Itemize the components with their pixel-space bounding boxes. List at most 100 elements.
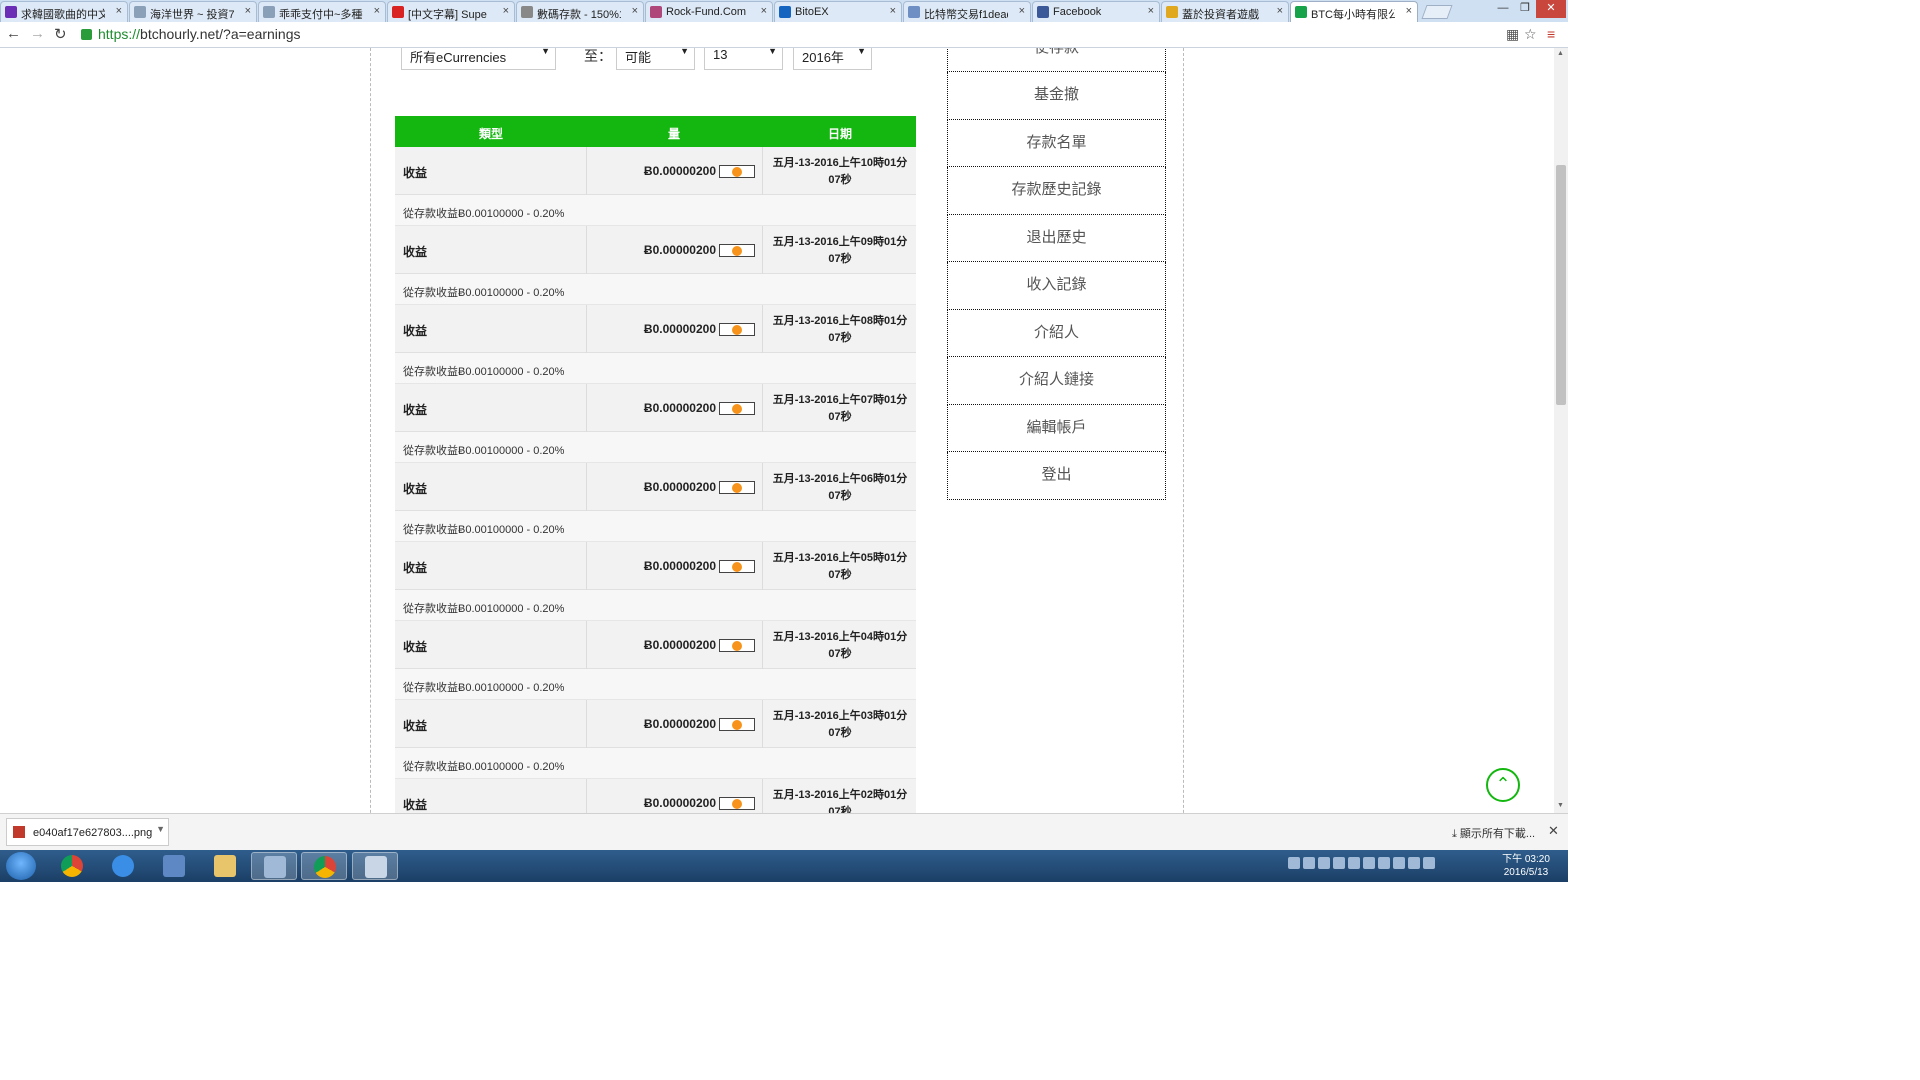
browser-tab[interactable]: 數碼存款 - 150%1 × [516,1,644,22]
close-download-bar-icon[interactable]: ✕ [1548,823,1559,839]
side-menu-item[interactable]: 編輯帳戶 [947,404,1166,452]
folder-taskbar-icon[interactable] [202,852,248,880]
scroll-down-icon[interactable]: ▼ [1557,802,1564,809]
tab-close-icon[interactable]: × [1019,5,1025,17]
tab-close-icon[interactable]: × [1148,5,1154,17]
year-select[interactable]: 2016年 ▼ [793,48,872,70]
side-menu-item[interactable]: 退出歷史 [947,214,1166,262]
tab-label: 求韓國歌曲的中文翻譯 [21,9,105,21]
menu-icon[interactable]: ≡ [1547,26,1555,42]
row-amount: Ƀ0.00000200 [643,717,716,731]
row-type: 收益 [403,482,428,496]
tab-close-icon[interactable]: × [245,5,251,17]
tab-close-icon[interactable]: × [632,5,638,17]
tab-close-icon[interactable]: × [1277,5,1283,17]
tab-favicon-icon [1037,6,1049,18]
earning-entry: 收益 Ƀ0.00000200 五月-13-2016上午02時01分07秒 [395,779,916,813]
system-clock[interactable]: 下午 03:20 2016/5/13 [1496,853,1556,879]
browser-tab[interactable]: Facebook × [1032,1,1160,22]
side-menu-item[interactable]: 介紹人 [947,309,1166,357]
bitcoin-icon [719,244,755,257]
tab-favicon-icon [521,6,533,18]
tray-icon[interactable] [1423,857,1435,869]
browser-tab[interactable]: 海洋世界 ~ 投資750 × [129,1,257,22]
minimize-icon[interactable]: — [1492,0,1514,18]
browser-tab[interactable]: [中文字幕] Supe × [387,1,515,22]
row-detail: 從存款收益Ƀ0.00100000 - 0.20% [395,274,916,305]
table-row: 收益 Ƀ0.00000200 五月-13-2016上午03時01分07秒 從存款收益Ƀ… [395,700,916,779]
browser-tab[interactable]: BitoEX × [774,1,902,22]
earnings-table: 類型 量 日期 收益 Ƀ0.00000200 五月-13-2016上午10時01分0… [395,116,916,813]
month-select[interactable]: 可能 ▼ [616,48,695,70]
download-item[interactable]: e040af17e627803....png ▼ [6,818,169,846]
browser-tab[interactable]: BTC每小時有限公司 × [1290,1,1418,22]
address-bar[interactable]: https://btchourly.net/?a=earnings [76,24,1496,46]
browser-tab[interactable]: 求韓國歌曲的中文翻譯 × [0,1,128,22]
tab-close-icon[interactable]: × [116,5,122,17]
side-menu-item[interactable]: 基金撤 [947,72,1166,120]
table-row: 收益 Ƀ0.00000200 五月-13-2016上午10時01分07秒 從存款收益Ƀ… [395,147,916,226]
tray-icon[interactable] [1303,857,1315,869]
tray-icon[interactable] [1393,857,1405,869]
side-menu-item[interactable]: 使存款 [947,48,1166,72]
scroll-up-icon[interactable]: ▲ [1557,50,1564,57]
close-window-icon[interactable]: ✕ [1536,0,1566,18]
windows-taskbar: 下午 03:20 2016/5/13 [0,850,1568,882]
page-scrollbar[interactable]: ▲ ▼ [1554,48,1568,813]
url-scheme: https:// [98,26,141,42]
tab-close-icon[interactable]: × [890,5,896,17]
row-amount: Ƀ0.00000200 [643,401,716,415]
chrome-active-taskbar-icon[interactable] [301,852,347,880]
chevron-down-icon: ▼ [857,48,866,56]
row-date: 五月-13-2016上午05時01分07秒 [772,552,908,581]
restore-icon[interactable]: ❐ [1514,0,1536,18]
row-type: 收益 [403,245,428,259]
tray-icon[interactable] [1333,857,1345,869]
start-button[interactable] [6,852,36,880]
browser-tab[interactable]: 乖乖支付中~多種投 × [258,1,386,22]
bitcoin-icon [719,639,755,652]
ie-taskbar-icon[interactable] [100,852,146,880]
side-menu-item[interactable]: 介紹人鏈接 [947,357,1166,405]
side-menu-item[interactable]: 存款名單 [947,119,1166,167]
back-to-top-button[interactable]: ⌃ [1486,768,1520,802]
translate-icon[interactable]: ▦ [1506,26,1519,43]
tray-icon[interactable] [1408,857,1420,869]
row-amount-cell: Ƀ0.00000200 [586,463,763,511]
browser-tab[interactable]: Rock-Fund.Com × [645,1,773,22]
tab-close-icon[interactable]: × [1406,5,1412,17]
home-taskbar-icon[interactable] [151,852,197,880]
download-menu-icon[interactable]: ▼ [156,824,165,834]
tray-icon[interactable] [1348,857,1360,869]
scrollbar-thumb[interactable] [1556,165,1566,405]
row-amount-cell: Ƀ0.00000200 [586,384,763,432]
app-taskbar-icon[interactable] [251,852,297,880]
system-tray[interactable] [1288,856,1488,876]
new-tab-button[interactable] [1421,5,1453,19]
day-select[interactable]: 13 ▼ [704,48,783,70]
reload-icon[interactable]: ↻ [54,25,67,43]
forward-icon[interactable]: → [30,25,45,42]
back-icon[interactable]: ← [6,25,21,42]
tab-close-icon[interactable]: × [761,5,767,17]
image-file-icon [13,826,25,838]
tray-icon[interactable] [1288,857,1300,869]
chrome-taskbar-icon[interactable] [49,852,95,880]
calculator-taskbar-icon[interactable] [352,852,398,880]
bookmark-star-icon[interactable]: ☆ [1524,26,1537,43]
row-type: 收益 [403,561,428,575]
side-menu-item[interactable]: 收入記錄 [947,262,1166,310]
tray-icon[interactable] [1318,857,1330,869]
tab-close-icon[interactable]: × [374,5,380,17]
side-menu-item[interactable]: 登出 [947,452,1166,500]
row-date: 五月-13-2016上午08時01分07秒 [772,315,908,344]
browser-tab[interactable]: 蓋於投資者遊戲 × [1161,1,1289,22]
bitcoin-icon [719,323,755,336]
currency-select[interactable]: 所有eCurrencies ▼ [401,48,556,70]
side-menu-item[interactable]: 存款歷史記錄 [947,167,1166,215]
browser-tab[interactable]: 比特幣交易f1dead × [903,1,1031,22]
tray-icon[interactable] [1363,857,1375,869]
tray-icon[interactable] [1378,857,1390,869]
show-all-downloads-link[interactable]: ⤓ 顯示所有下載... [1452,825,1535,841]
tab-close-icon[interactable]: × [503,5,509,17]
